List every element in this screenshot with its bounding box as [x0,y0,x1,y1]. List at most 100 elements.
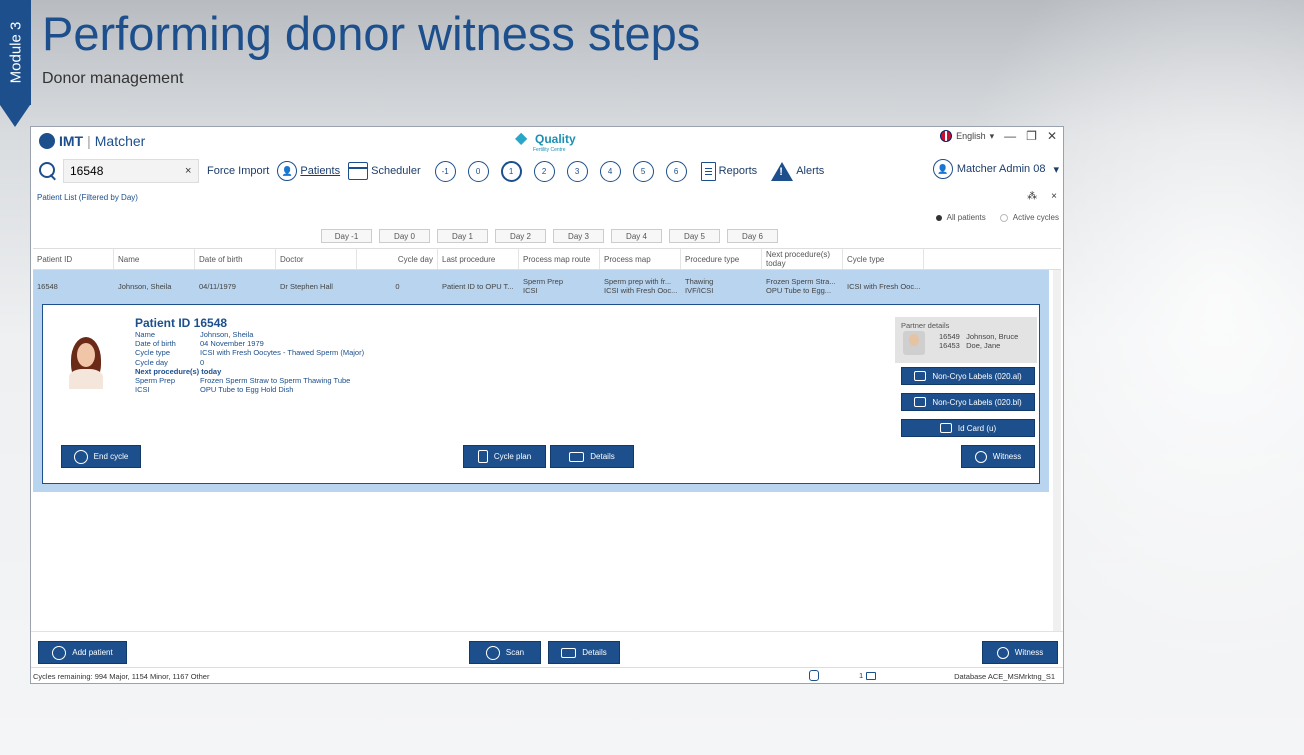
database-link-icon[interactable] [809,670,819,681]
col-next-procedures[interactable]: Next procedure(s) today [762,249,843,269]
main-toolbar: × Force Import 👤 Patients Scheduler -1 0… [31,157,1063,185]
pin-icon[interactable]: ⁂ [1027,191,1037,202]
minimize-button[interactable]: — [1004,129,1016,143]
cell-process-map: Sperm prep with fr... ICSI with Fresh Oo… [600,270,681,302]
partner-details-title: Partner details [901,321,950,330]
footer-toolbar: Add patient Scan Details Witness [31,631,1063,665]
brand-matcher: Matcher [94,133,146,149]
slide-title: Performing donor witness steps [42,7,701,60]
language-label: English [956,131,986,141]
day-filter-6[interactable]: Day 6 [727,229,778,243]
imt-logo-icon [39,133,55,149]
list-scrollbar[interactable] [1053,270,1061,632]
day-filter-0[interactable]: Day 0 [379,229,430,243]
language-selector[interactable]: English ▾ [940,130,994,142]
day-circle-3[interactable]: 3 [566,160,588,182]
force-import-button[interactable]: Force Import [207,165,269,177]
alerts-button[interactable]: Alerts [771,161,824,181]
alert-icon [771,161,794,181]
cell-procedure-type: Thawing IVF/ICSI [681,270,762,302]
col-process-map-route[interactable]: Process map route [519,249,600,269]
partner-id: 16453 [939,341,960,350]
cycles-remaining: Cycles remaining: 994 Major, 1154 Minor,… [33,672,210,681]
col-name[interactable]: Name [114,249,195,269]
reports-label: Reports [718,165,758,177]
col-patient-id[interactable]: Patient ID [33,249,114,269]
non-cryo-labels-a-button[interactable]: Non-Cryo Labels (020.al) [901,367,1035,385]
id-card-button[interactable]: Id Card (u) [901,419,1035,437]
col-procedure-type[interactable]: Procedure type [681,249,762,269]
cell-cycle-type: ICSI with Fresh Ooc... [847,281,921,291]
col-cycle-type[interactable]: Cycle type [843,249,924,269]
col-process-map[interactable]: Process map [600,249,681,269]
day-filter-minus1[interactable]: Day -1 [321,229,372,243]
restore-button[interactable]: ❐ [1026,129,1037,143]
non-cryo-labels-b-button[interactable]: Non-Cryo Labels (020.bl) [901,393,1035,411]
details-label: Details [590,452,615,461]
col-last-procedure[interactable]: Last procedure [438,249,519,269]
radio-active-label: Active cycles [1012,213,1059,222]
details-button[interactable]: Details [550,445,634,468]
add-patient-button[interactable]: Add patient [38,641,127,664]
day-circle-minus1[interactable]: -1 [434,160,456,182]
user-menu[interactable]: 👤 Matcher Admin 08 ▾ [932,159,1059,179]
calendar-icon [348,162,369,180]
map-line-1: Sperm prep with fr... [604,277,672,286]
footer-witness-button[interactable]: Witness [982,641,1058,664]
end-cycle-button[interactable]: End cycle [61,445,141,468]
end-cycle-label: End cycle [93,452,129,461]
footer-details-label: Details [582,648,607,657]
col-dob[interactable]: Date of birth [195,249,276,269]
search-input[interactable] [63,159,199,183]
patients-button[interactable]: 👤 Patients [277,161,340,181]
day-circle-5[interactable]: 5 [632,160,654,182]
col-doctor[interactable]: Doctor [276,249,357,269]
cell-patient-id: 16548 [37,281,58,291]
cell-doctor: Dr Stephen Hall [280,281,333,291]
window-controls: English ▾ — ❐ ✕ [940,129,1057,143]
cell-process-map-route: Sperm Prep ICSI [519,270,600,302]
scheduler-button[interactable]: Scheduler [348,162,421,180]
search-icon[interactable] [37,160,59,182]
day-filter-3[interactable]: Day 3 [553,229,604,243]
field-label: Cycle day [135,357,168,367]
patient-list-title: Patient List (Filtered by Day) [37,193,138,202]
day-circle-0[interactable]: 0 [467,160,489,182]
day-filter-2[interactable]: Day 2 [495,229,546,243]
day-circle-2[interactable]: 2 [533,160,555,182]
table-row[interactable]: 16548 Johnson, Sheila 04/11/1979 Dr Step… [33,270,1049,302]
radio-active-cycles[interactable]: Active cycles [999,213,1059,222]
col-cycle-day[interactable]: Cycle day [357,249,438,269]
clinic-logo-text: Quality [535,131,576,146]
status-bar: Cycles remaining: 994 Major, 1154 Minor,… [31,667,1063,684]
cell-cycle-day: 0 [395,281,400,291]
day-filter-4[interactable]: Day 4 [611,229,662,243]
day-circle-1[interactable]: 1 [500,160,522,182]
close-button[interactable]: ✕ [1047,129,1057,143]
witness-button[interactable]: Witness [961,445,1035,468]
close-panel-button[interactable]: × [1051,191,1057,202]
clear-search-button[interactable]: × [185,165,199,177]
radio-all-patients[interactable]: All patients [935,213,986,222]
day-circle-6[interactable]: 6 [665,160,687,182]
partner-row[interactable]: 16549 Johnson, Bruce [939,332,1018,341]
day-circle-4[interactable]: 4 [599,160,621,182]
proc-line-2: IVF/ICSI [685,286,714,295]
footer-details-button[interactable]: Details [548,641,620,664]
footer-witness-label: Witness [1014,648,1044,657]
cycle-plan-button[interactable]: Cycle plan [463,445,546,468]
partner-row[interactable]: 16453 Doe, Jane [939,341,1000,350]
day-filter-1[interactable]: Day 1 [437,229,488,243]
field-label: Date of birth [135,339,176,349]
radio-unselected-icon [999,213,1008,222]
day-filter-5[interactable]: Day 5 [669,229,720,243]
radio-all-label: All patients [946,213,986,222]
reports-button[interactable]: Reports [700,161,758,181]
slide-subtitle: Donor management [42,70,184,87]
next-line-1: Frozen Sperm Stra... [766,277,836,286]
plus-icon [52,645,67,660]
printer-icon [939,423,952,433]
scan-button[interactable]: Scan [469,641,541,664]
non-cryo-labels-b-label: Non-Cryo Labels (020.bl) [932,397,1022,407]
end-cycle-icon [73,449,88,464]
